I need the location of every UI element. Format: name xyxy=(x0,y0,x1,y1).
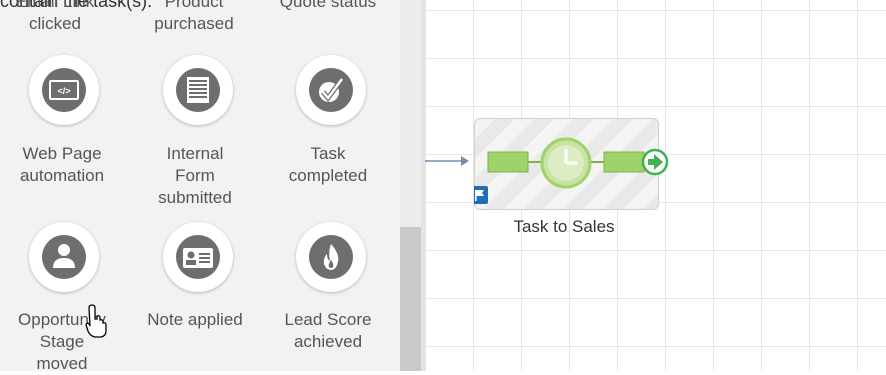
person-icon xyxy=(42,235,86,279)
palette-item-product-purchased[interactable]: Product purchased xyxy=(134,0,254,45)
task-completed-button[interactable] xyxy=(296,55,366,125)
svg-text:</>: </> xyxy=(57,86,70,96)
id-card-icon xyxy=(176,235,220,279)
clock-icon xyxy=(540,137,592,189)
palette-scrollbar-thumb[interactable] xyxy=(400,227,421,371)
web-page-automation-button[interactable]: </> xyxy=(29,55,99,125)
connector-arrow xyxy=(425,156,469,166)
node-graphic xyxy=(474,137,669,204)
palette-item-label: Web Page automation xyxy=(19,144,105,185)
go-arrow-icon xyxy=(641,148,669,176)
code-icon: </> xyxy=(42,68,86,112)
palette-item-label: Internal Form submitted xyxy=(158,144,232,207)
checkmark-icon xyxy=(309,68,353,112)
note-applied-button[interactable] xyxy=(163,222,233,292)
opportunity-stage-moved-button[interactable] xyxy=(29,222,99,292)
flame-icon xyxy=(309,235,353,279)
palette-item-label: Note applied xyxy=(147,310,243,329)
palette-item-email-link-clicked[interactable]: Email Link clicked xyxy=(0,0,115,45)
node-label: Task to Sales xyxy=(513,217,615,236)
trigger-palette: contain the task(s). Email Link clicked … xyxy=(0,0,400,373)
internal-form-submitted-button[interactable] xyxy=(163,55,233,125)
palette-item-quote-status[interactable]: Quote status xyxy=(268,0,388,23)
hand-cursor-icon xyxy=(85,304,107,338)
flag-icon xyxy=(474,186,488,204)
form-icon xyxy=(176,68,220,112)
palette-item-label: Task completed xyxy=(288,144,368,185)
lead-score-achieved-button[interactable] xyxy=(296,222,366,292)
palette-item-label: Lead Score achieved xyxy=(284,310,372,351)
